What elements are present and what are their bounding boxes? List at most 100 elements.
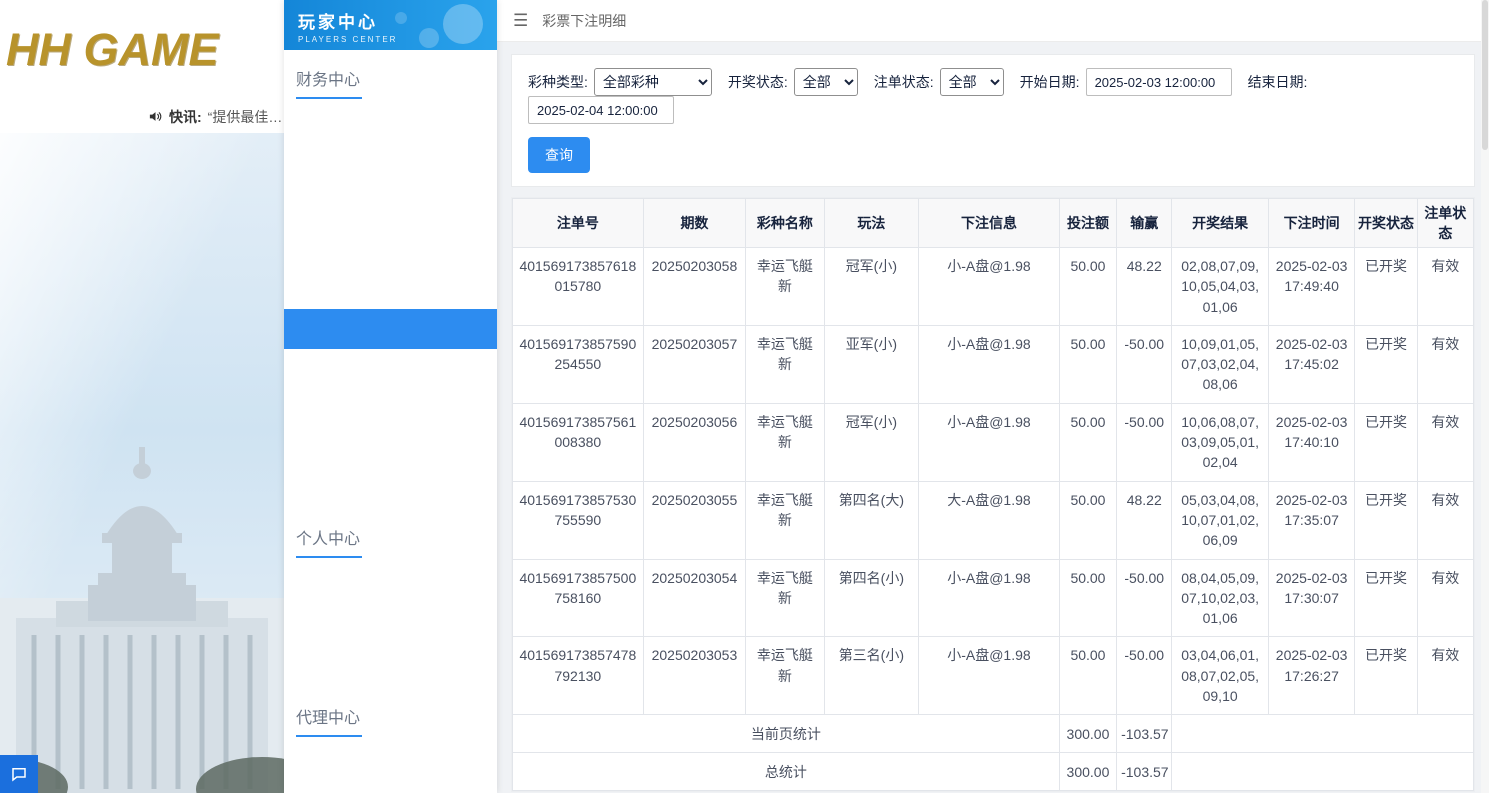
sidebar-item[interactable] xyxy=(284,309,497,349)
sidebar-item[interactable] xyxy=(284,429,497,469)
table-row: 401569173857478792130 20250203053 幸运飞艇新 … xyxy=(512,636,1475,716)
cell-bet-amount: 50.00 xyxy=(1058,558,1118,638)
cell-order-status: 有效 xyxy=(1416,247,1475,326)
cell-win-loss: 48.22 xyxy=(1116,247,1173,326)
cell-play-type: 第四名(小) xyxy=(823,558,920,638)
page-total-amount: 300.00 xyxy=(1058,714,1118,754)
scrollbar-thumb[interactable] xyxy=(1482,0,1488,150)
cell-bet-amount: 50.00 xyxy=(1058,324,1118,404)
cell-draw-result: 02,08,07,09,10,05,04,03,01,06 xyxy=(1171,247,1269,326)
cell-draw-status: 已开奖 xyxy=(1354,558,1418,638)
topbar: ☰ 彩票下注明细 xyxy=(497,0,1489,42)
brand-panel: HH GAME 快讯: “提供最佳… xyxy=(0,0,284,793)
column-header: 下注信息 xyxy=(918,198,1060,248)
cell-play-type: 亚军(小) xyxy=(823,324,920,404)
sidebar: 玩家中心 PLAYERS CENTER 财务中心 个人中心 代理中心 xyxy=(284,0,497,793)
sidebar-item[interactable] xyxy=(284,608,497,648)
cell-bet-info: 大-A盘@1.98 xyxy=(918,480,1060,560)
column-header: 彩种名称 xyxy=(745,198,825,248)
cell-bet-info: 小-A盘@1.98 xyxy=(918,402,1060,482)
decorative-bubbles xyxy=(443,4,483,44)
grand-total-empty xyxy=(1171,752,1474,792)
start-date-label: 开始日期: xyxy=(1019,74,1080,90)
grand-total-row: 总统计 300.00 -103.57 xyxy=(512,752,1474,792)
lottery-type-select[interactable]: 全部彩种 xyxy=(593,68,712,96)
cell-draw-status: 已开奖 xyxy=(1354,402,1418,482)
cell-lottery-name: 幸运飞艇新 xyxy=(745,247,825,326)
sidebar-item[interactable] xyxy=(284,109,497,149)
cell-draw-status: 已开奖 xyxy=(1354,324,1418,404)
chat-widget-button[interactable] xyxy=(0,755,38,793)
end-date-label: 结束日期: xyxy=(1247,74,1308,90)
sidebar-item[interactable] xyxy=(284,648,497,688)
cell-draw-result: 08,04,05,09,07,10,02,03,01,06 xyxy=(1171,558,1269,638)
cell-order-status: 有效 xyxy=(1416,636,1475,716)
sidebar-item[interactable] xyxy=(284,747,497,787)
sidebar-section-items xyxy=(284,568,497,688)
end-date-input[interactable] xyxy=(528,96,674,124)
cell-win-loss: -50.00 xyxy=(1116,558,1173,638)
cell-bet-amount: 50.00 xyxy=(1058,636,1118,716)
column-header: 期数 xyxy=(642,198,747,248)
cell-play-type: 第三名(小) xyxy=(823,636,920,716)
sidebar-item[interactable] xyxy=(284,229,497,269)
news-ticker: 快讯: “提供最佳… xyxy=(0,100,284,133)
page-title: 彩票下注明细 xyxy=(542,12,627,29)
sidebar-item[interactable] xyxy=(284,469,497,509)
main-area: ☰ 彩票下注明细 彩种类型: 全部彩种 开奖状态: 全部 注单状态: 全部 开始… xyxy=(497,0,1489,793)
cell-lottery-name: 幸运飞艇新 xyxy=(745,324,825,404)
start-date-input[interactable] xyxy=(1085,68,1232,96)
ticker-text: “提供最佳… xyxy=(207,108,283,125)
order-status-select[interactable]: 全部 xyxy=(939,68,1004,96)
cell-period: 20250203056 xyxy=(642,402,747,482)
order-status-label: 注单状态: xyxy=(873,74,934,90)
sidebar-item[interactable] xyxy=(284,568,497,608)
sidebar-section-items xyxy=(284,747,497,793)
sidebar-item[interactable] xyxy=(284,149,497,189)
filter-panel: 彩种类型: 全部彩种 开奖状态: 全部 注单状态: 全部 开始日期: 结束日期: xyxy=(511,54,1475,187)
sidebar-item[interactable] xyxy=(284,787,497,793)
search-button[interactable]: 查询 xyxy=(528,137,590,173)
draw-status-select[interactable]: 全部 xyxy=(793,68,858,96)
cell-bet-amount: 50.00 xyxy=(1058,247,1118,326)
lottery-type-label: 彩种类型: xyxy=(528,74,588,90)
grand-total-amount: 300.00 xyxy=(1058,752,1118,792)
sidebar-item[interactable] xyxy=(284,349,497,389)
cell-draw-result: 10,09,01,05,07,03,02,04,08,06 xyxy=(1171,324,1269,404)
cell-bet-amount: 50.00 xyxy=(1058,480,1118,560)
draw-status-label: 开奖状态: xyxy=(727,74,788,90)
cell-bet-amount: 50.00 xyxy=(1058,402,1118,482)
column-header: 输赢 xyxy=(1116,198,1173,248)
scrollbar-track[interactable] xyxy=(1481,0,1489,793)
sidebar-item[interactable] xyxy=(284,269,497,309)
page-total-label: 当前页统计 xyxy=(512,714,1060,754)
column-header: 注单号 xyxy=(512,198,644,248)
column-header: 投注额 xyxy=(1058,198,1118,248)
sidebar-section-title: 财务中心 xyxy=(284,66,497,99)
background-image xyxy=(0,133,284,793)
ticker-label: 快讯: xyxy=(169,108,202,125)
sidebar-item[interactable] xyxy=(284,189,497,229)
table-row: 401569173857500758160 20250203054 幸运飞艇新 … xyxy=(512,558,1475,638)
grand-total-label: 总统计 xyxy=(512,752,1060,792)
cell-win-loss: 48.22 xyxy=(1116,480,1173,560)
cell-win-loss: -50.00 xyxy=(1116,636,1173,716)
cell-order-status: 有效 xyxy=(1416,402,1475,482)
cell-bet-info: 小-A盘@1.98 xyxy=(918,636,1060,716)
sidebar-section: 财务中心 xyxy=(284,50,497,509)
cell-lottery-name: 幸运飞艇新 xyxy=(745,558,825,638)
cell-order-status: 有效 xyxy=(1416,558,1475,638)
cell-period: 20250203057 xyxy=(642,324,747,404)
column-header: 注单状态 xyxy=(1416,198,1475,248)
logo[interactable]: HH GAME xyxy=(0,0,284,100)
cell-bet-time: 2025-02-03 17:40:10 xyxy=(1267,402,1356,482)
sidebar-nav: 财务中心 个人中心 代理中心 xyxy=(284,50,497,793)
sidebar-section: 个人中心 xyxy=(284,509,497,688)
cell-bet-info: 小-A盘@1.98 xyxy=(918,324,1060,404)
cell-period: 20250203053 xyxy=(642,636,747,716)
menu-toggle-icon[interactable]: ☰ xyxy=(513,11,528,31)
cell-order-no: 401569173857500758160 xyxy=(512,558,644,638)
cell-win-loss: -50.00 xyxy=(1116,402,1173,482)
content: 彩种类型: 全部彩种 开奖状态: 全部 注单状态: 全部 开始日期: 结束日期: xyxy=(497,42,1489,793)
sidebar-item[interactable] xyxy=(284,389,497,429)
